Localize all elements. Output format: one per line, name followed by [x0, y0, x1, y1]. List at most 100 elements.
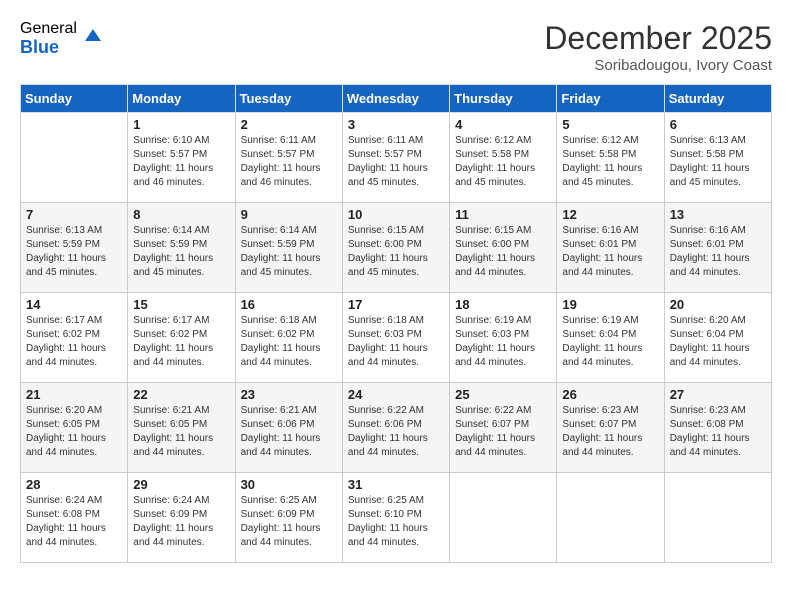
cell-info: Sunrise: 6:13 AMSunset: 5:58 PMDaylight:… [670, 134, 766, 190]
cell-info: Sunrise: 6:24 AMSunset: 6:08 PMDaylight:… [26, 494, 122, 550]
calendar-table: SundayMondayTuesdayWednesdayThursdayFrid… [20, 84, 772, 563]
cell-info: Sunrise: 6:19 AMSunset: 6:03 PMDaylight:… [455, 314, 551, 370]
calendar-cell: 2 Sunrise: 6:11 AMSunset: 5:57 PMDaylight… [235, 113, 342, 203]
cell-info: Sunrise: 6:15 AMSunset: 6:00 PMDaylight:… [455, 224, 551, 280]
calendar-cell [664, 473, 771, 563]
cell-info: Sunrise: 6:14 AMSunset: 5:59 PMDaylight:… [133, 224, 229, 280]
day-number: 20 [670, 297, 766, 312]
day-number: 2 [241, 117, 337, 132]
day-number: 14 [26, 297, 122, 312]
logo: General Blue [20, 20, 105, 57]
cell-info: Sunrise: 6:20 AMSunset: 6:04 PMDaylight:… [670, 314, 766, 370]
day-number: 10 [348, 207, 444, 222]
day-number: 8 [133, 207, 229, 222]
calendar-cell: 23 Sunrise: 6:21 AMSunset: 6:06 PMDayligh… [235, 383, 342, 473]
weekday-header: Tuesday [235, 85, 342, 113]
day-number: 11 [455, 207, 551, 222]
calendar-header-row: SundayMondayTuesdayWednesdayThursdayFrid… [21, 85, 772, 113]
calendar-cell: 3Sunrise: 6:11 AMSunset: 5:57 PMDaylight… [342, 113, 449, 203]
logo-icon [81, 23, 105, 47]
day-number: 26 [562, 387, 658, 402]
cell-info: Sunrise: 6:18 AMSunset: 6:02 PMDaylight:… [241, 314, 337, 370]
calendar-cell: 24Sunrise: 6:22 AMSunset: 6:06 PMDayligh… [342, 383, 449, 473]
weekday-header: Friday [557, 85, 664, 113]
calendar-cell: 28 Sunrise: 6:24 AMSunset: 6:08 PMDayligh… [21, 473, 128, 563]
day-number: 4 [455, 117, 551, 132]
cell-info: Sunrise: 6:13 AMSunset: 5:59 PMDaylight:… [26, 224, 122, 280]
calendar-cell: 15 Sunrise: 6:17 AMSunset: 6:02 PMDayligh… [128, 293, 235, 383]
day-number: 27 [670, 387, 766, 402]
calendar-cell: 4 Sunrise: 6:12 AMSunset: 5:58 PMDaylight… [450, 113, 557, 203]
day-number: 22 [133, 387, 229, 402]
cell-info: Sunrise: 6:11 AMSunset: 5:57 PMDaylight:… [348, 134, 444, 190]
calendar-cell: 16 Sunrise: 6:18 AMSunset: 6:02 PMDayligh… [235, 293, 342, 383]
calendar-cell: 22Sunrise: 6:21 AMSunset: 6:05 PMDayligh… [128, 383, 235, 473]
cell-info: Sunrise: 6:16 AMSunset: 6:01 PMDaylight:… [670, 224, 766, 280]
cell-info: Sunrise: 6:19 AMSunset: 6:04 PMDaylight:… [562, 314, 658, 370]
cell-info: Sunrise: 6:25 AMSunset: 6:09 PMDaylight:… [241, 494, 337, 550]
cell-info: Sunrise: 6:15 AMSunset: 6:00 PMDaylight:… [348, 224, 444, 280]
calendar-cell: 17 Sunrise: 6:18 AMSunset: 6:03 PMDayligh… [342, 293, 449, 383]
calendar-cell: 6 Sunrise: 6:13 AMSunset: 5:58 PMDaylight… [664, 113, 771, 203]
location-subtitle: Soribadougou, Ivory Coast [544, 57, 772, 74]
weekday-header: Sunday [21, 85, 128, 113]
calendar-cell: 1Sunrise: 6:10 AMSunset: 5:57 PMDaylight… [128, 113, 235, 203]
weekday-header: Saturday [664, 85, 771, 113]
day-number: 28 [26, 477, 122, 492]
day-number: 18 [455, 297, 551, 312]
day-number: 25 [455, 387, 551, 402]
day-number: 30 [241, 477, 337, 492]
calendar-cell: 11 Sunrise: 6:15 AMSunset: 6:00 PMDayligh… [450, 203, 557, 293]
calendar-week-row: 1Sunrise: 6:10 AMSunset: 5:57 PMDaylight… [21, 113, 772, 203]
calendar-cell: 26 Sunrise: 6:23 AMSunset: 6:07 PMDayligh… [557, 383, 664, 473]
calendar-cell: 12Sunrise: 6:16 AMSunset: 6:01 PMDayligh… [557, 203, 664, 293]
day-number: 16 [241, 297, 337, 312]
day-number: 19 [562, 297, 658, 312]
day-number: 21 [26, 387, 122, 402]
calendar-week-row: 28 Sunrise: 6:24 AMSunset: 6:08 PMDayligh… [21, 473, 772, 563]
calendar-cell: 7 Sunrise: 6:13 AMSunset: 5:59 PMDaylight… [21, 203, 128, 293]
title-block: December 2025 Soribadougou, Ivory Coast [544, 20, 772, 74]
logo-general: General [20, 20, 77, 38]
calendar-cell [21, 113, 128, 203]
calendar-cell: 29 Sunrise: 6:24 AMSunset: 6:09 PMDayligh… [128, 473, 235, 563]
calendar-cell: 13 Sunrise: 6:16 AMSunset: 6:01 PMDayligh… [664, 203, 771, 293]
day-number: 13 [670, 207, 766, 222]
calendar-cell: 30 Sunrise: 6:25 AMSunset: 6:09 PMDayligh… [235, 473, 342, 563]
day-number: 29 [133, 477, 229, 492]
calendar-week-row: 14 Sunrise: 6:17 AMSunset: 6:02 PMDayligh… [21, 293, 772, 383]
cell-info: Sunrise: 6:18 AMSunset: 6:03 PMDaylight:… [348, 314, 444, 370]
calendar-cell: 9Sunrise: 6:14 AMSunset: 5:59 PMDaylight… [235, 203, 342, 293]
calendar-cell: 14 Sunrise: 6:17 AMSunset: 6:02 PMDayligh… [21, 293, 128, 383]
day-number: 31 [348, 477, 444, 492]
cell-info: Sunrise: 6:11 AMSunset: 5:57 PMDaylight:… [241, 134, 337, 190]
cell-info: Sunrise: 6:14 AMSunset: 5:59 PMDaylight:… [241, 224, 337, 280]
calendar-cell [557, 473, 664, 563]
cell-info: Sunrise: 6:25 AMSunset: 6:10 PMDaylight:… [348, 494, 444, 550]
weekday-header: Thursday [450, 85, 557, 113]
cell-info: Sunrise: 6:12 AMSunset: 5:58 PMDaylight:… [455, 134, 551, 190]
calendar-cell: 20 Sunrise: 6:20 AMSunset: 6:04 PMDayligh… [664, 293, 771, 383]
day-number: 23 [241, 387, 337, 402]
calendar-cell: 10 Sunrise: 6:15 AMSunset: 6:00 PMDayligh… [342, 203, 449, 293]
calendar-cell: 18 Sunrise: 6:19 AMSunset: 6:03 PMDayligh… [450, 293, 557, 383]
month-title: December 2025 [544, 20, 772, 57]
weekday-header: Wednesday [342, 85, 449, 113]
cell-info: Sunrise: 6:23 AMSunset: 6:07 PMDaylight:… [562, 404, 658, 460]
logo-text: General Blue [20, 20, 77, 57]
cell-info: Sunrise: 6:21 AMSunset: 6:06 PMDaylight:… [241, 404, 337, 460]
day-number: 6 [670, 117, 766, 132]
cell-info: Sunrise: 6:24 AMSunset: 6:09 PMDaylight:… [133, 494, 229, 550]
cell-info: Sunrise: 6:17 AMSunset: 6:02 PMDaylight:… [26, 314, 122, 370]
day-number: 1 [133, 117, 229, 132]
cell-info: Sunrise: 6:17 AMSunset: 6:02 PMDaylight:… [133, 314, 229, 370]
calendar-cell [450, 473, 557, 563]
calendar-cell: 31 Sunrise: 6:25 AMSunset: 6:10 PMDayligh… [342, 473, 449, 563]
day-number: 12 [562, 207, 658, 222]
day-number: 15 [133, 297, 229, 312]
calendar-cell: 25 Sunrise: 6:22 AMSunset: 6:07 PMDayligh… [450, 383, 557, 473]
cell-info: Sunrise: 6:22 AMSunset: 6:07 PMDaylight:… [455, 404, 551, 460]
day-number: 7 [26, 207, 122, 222]
day-number: 5 [562, 117, 658, 132]
day-number: 17 [348, 297, 444, 312]
